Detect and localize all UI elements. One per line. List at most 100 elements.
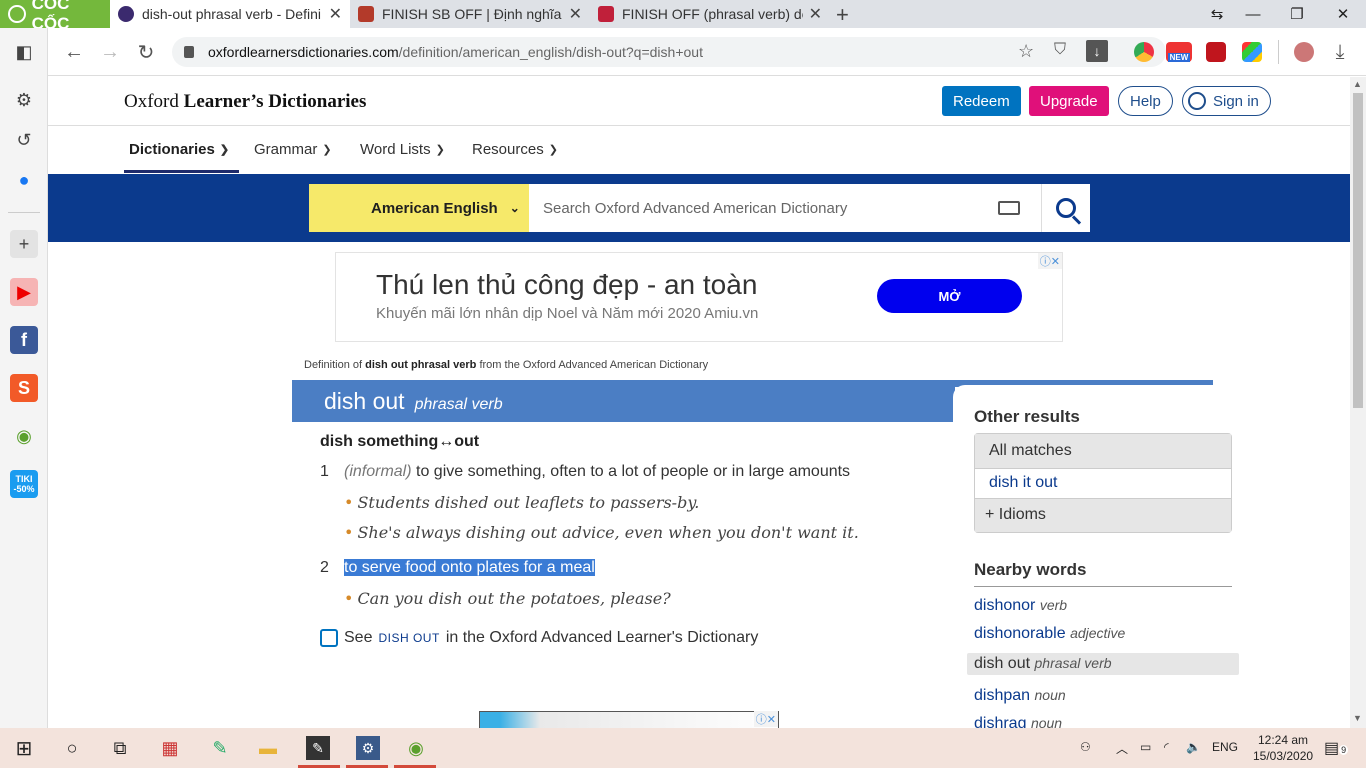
coccoc-menu-button[interactable]: CỐC CỐC (0, 0, 110, 33)
nearby-word[interactable]: dishrag noun (974, 715, 1062, 728)
wifi-icon[interactable]: ◜ (1164, 740, 1169, 754)
scroll-up-icon[interactable]: ▲ (1353, 79, 1362, 89)
close-window-button[interactable]: ✕ (1323, 0, 1363, 28)
tab-strip: CỐC CỐC dish-out phrasal verb - Defini ✕… (0, 0, 1366, 33)
coccoc-logo-icon (8, 5, 26, 23)
add-shortcut-icon[interactable]: + (10, 230, 38, 258)
notification-count: 9 (1339, 745, 1349, 755)
new-tab-button[interactable]: + (836, 2, 849, 28)
address-bar[interactable]: oxfordlearnersdictionaries.com/definitio… (172, 37, 1166, 67)
tab-title: dish-out phrasal verb - Defini (142, 6, 321, 22)
clock[interactable]: 12:24 am 15/03/2020 (1253, 732, 1313, 764)
red-extension-icon[interactable] (1206, 42, 1226, 62)
tab-title: FINISH SB OFF | Định nghĩa tr (382, 6, 563, 22)
close-tab-icon[interactable]: ✕ (809, 4, 822, 24)
search-input[interactable]: Search Oxford Advanced American Dictiona… (529, 184, 1041, 232)
app-icon-3[interactable]: ✎ (306, 736, 330, 760)
redeem-button[interactable]: Redeem (942, 86, 1021, 116)
example-sentence: • She's always dishing out advice, even w… (344, 523, 859, 542)
dictionary-language-select[interactable]: American English ⌄ (309, 184, 529, 232)
idioms-toggle[interactable]: + Idioms (975, 498, 1231, 532)
shield-icon[interactable]: ⛉ (1054, 41, 1066, 59)
nearby-word-current[interactable]: dish out phrasal verb (967, 653, 1239, 675)
app-icon-2[interactable]: ✎ (208, 736, 232, 760)
result-link-dish-it-out[interactable]: dish it out (975, 468, 1231, 498)
ad-choices-icon[interactable]: ⓘ✕ (1037, 253, 1062, 269)
tray-chevron-up-icon[interactable]: ︿ (1116, 740, 1128, 757)
menu-word-lists[interactable]: Word Lists ❯ (360, 141, 445, 158)
keyboard-icon[interactable] (998, 201, 1020, 215)
nearby-word[interactable]: dishonor verb (974, 597, 1067, 615)
user-avatar-icon (1188, 92, 1206, 110)
ad-choices-icon[interactable]: ⓘ✕ (753, 711, 778, 727)
color-grid-extension-icon[interactable] (1242, 42, 1262, 62)
search-button[interactable] (1041, 184, 1090, 232)
scrollbar-thumb[interactable] (1353, 93, 1363, 408)
scroll-down-icon[interactable]: ▼ (1353, 713, 1362, 723)
settings-gear-icon[interactable]: ⚙ (10, 86, 38, 114)
profile-avatar[interactable] (1294, 42, 1314, 62)
people-icon[interactable]: ⚇ (1080, 740, 1091, 754)
language-indicator[interactable]: ENG (1212, 740, 1238, 754)
coccoc-extension-icon[interactable]: ◉ (10, 422, 38, 450)
history-icon[interactable]: ↺ (10, 126, 38, 154)
nearby-word[interactable]: dishpan noun (974, 687, 1066, 705)
close-tab-icon[interactable]: ✕ (569, 4, 582, 24)
youtube-icon[interactable]: ▶ (10, 278, 38, 306)
advertisement-bottom[interactable]: ⓘ✕ (479, 711, 779, 728)
sign-in-button[interactable]: Sign in (1182, 86, 1271, 116)
file-explorer-icon[interactable]: ▬ (256, 736, 280, 760)
shopee-icon[interactable]: S (10, 374, 38, 402)
chrome-extension-icon[interactable] (1134, 42, 1154, 62)
oxford-logo[interactable]: Oxford Learner’s Dictionaries (124, 91, 366, 113)
tab-finish-sb-off[interactable]: FINISH SB OFF | Định nghĩa tr ✕ (350, 0, 590, 28)
chevron-down-icon: ❯ (219, 144, 230, 156)
headword: dish out (324, 388, 405, 414)
messenger-icon[interactable]: ● (10, 166, 38, 194)
maximize-button[interactable]: ❐ (1277, 0, 1317, 28)
app-icon-1[interactable]: ▦ (158, 736, 182, 760)
reload-icon[interactable]: ↻ (134, 40, 158, 64)
advertisement-banner[interactable]: Thú len thủ công đẹp - an toàn Khuyến mã… (335, 252, 1063, 342)
menu-resources[interactable]: Resources ❯ (472, 141, 558, 158)
tab-finish-off[interactable]: FINISH OFF (phrasal verb) def ✕ (590, 0, 830, 28)
forward-arrow-icon[interactable]: → (98, 40, 122, 64)
page-content: Oxford Learner’s Dictionaries Redeem Upg… (48, 77, 1350, 728)
notification-icon[interactable]: ▤ 9 (1324, 738, 1349, 758)
download-page-icon[interactable]: ↓ (1086, 40, 1108, 62)
volume-icon[interactable]: 🔈 (1186, 740, 1201, 754)
close-tab-icon[interactable]: ✕ (329, 4, 342, 24)
upgrade-button[interactable]: Upgrade (1029, 86, 1109, 116)
minimize-button[interactable]: — (1233, 0, 1273, 28)
sense-2-definition-selected[interactable]: to serve food onto plates for a meal (344, 559, 595, 576)
search-circle-icon[interactable]: ○ (60, 736, 84, 760)
back-arrow-icon[interactable]: ← (62, 40, 86, 64)
nearby-word[interactable]: dishonorable adjective (974, 625, 1125, 643)
downloads-icon[interactable]: ⤓ (1328, 40, 1352, 64)
other-results-box: All matches dish it out + Idioms (974, 433, 1232, 533)
sign-in-label: Sign in (1213, 92, 1259, 110)
tab-dish-out[interactable]: dish-out phrasal verb - Defini ✕ (110, 0, 350, 28)
tiki-icon[interactable]: TIKI -50% (10, 470, 38, 498)
task-view-icon[interactable]: ⧉ (108, 736, 132, 760)
see-also-link[interactable]: See DISH OUT in the Oxford Advanced Lear… (320, 629, 758, 647)
menu-grammar[interactable]: Grammar ❯ (254, 141, 332, 158)
coccoc-taskbar-icon[interactable]: ◉ (404, 736, 428, 760)
ad-open-button[interactable]: MỞ (877, 279, 1022, 313)
bookmark-star-icon[interactable]: ☆ (1018, 41, 1034, 62)
page-scrollbar[interactable]: ▲ ▼ (1350, 77, 1366, 728)
sidebar-toggle-icon[interactable]: ◧ (10, 38, 38, 66)
tiki-badge: -50% (13, 484, 35, 494)
new-extension-icon[interactable]: NEW (1166, 42, 1192, 62)
app-icon-4[interactable]: ⚙ (356, 736, 380, 760)
windows-start-icon[interactable]: ⊞ (12, 736, 36, 760)
facebook-icon[interactable]: f (10, 326, 38, 354)
headword-bar: dish out phrasal verb (292, 380, 955, 422)
all-matches-header[interactable]: All matches (975, 434, 1231, 468)
battery-icon[interactable]: ▭ (1140, 740, 1151, 754)
help-button[interactable]: Help (1118, 86, 1173, 116)
lock-icon (184, 46, 194, 58)
clock-time: 12:24 am (1258, 733, 1309, 747)
tab-search-icon[interactable]: ⇆ (1197, 0, 1237, 28)
menu-dictionaries[interactable]: Dictionaries ❯ (129, 141, 229, 158)
